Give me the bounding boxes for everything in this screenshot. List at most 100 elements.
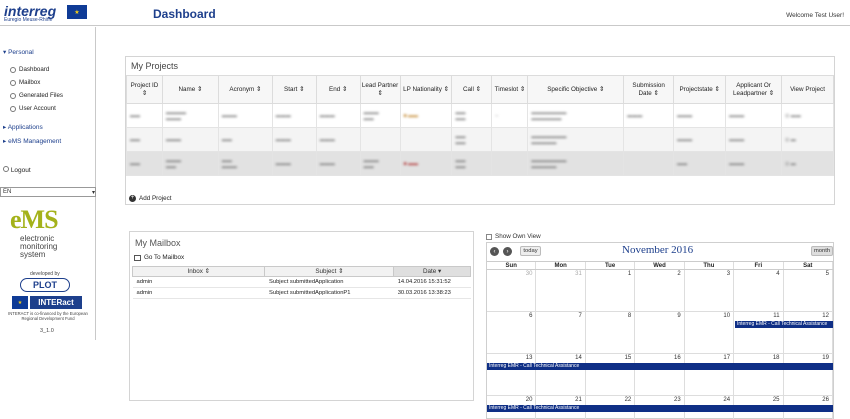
month-view-button[interactable]: month xyxy=(811,246,833,256)
mail-date: 14.04.2016 15:31:52 xyxy=(393,276,471,288)
ems-logo-word: eMS xyxy=(10,205,59,234)
logout-link[interactable]: Logout xyxy=(3,166,31,174)
col-applicant[interactable]: Applicant Or Leadpartner ⇕ xyxy=(725,75,783,104)
calendar: ‹ › today November 2016 month Sun Mon Tu… xyxy=(486,242,834,419)
today-button[interactable]: today xyxy=(520,246,541,256)
calendar-day[interactable]: 3 xyxy=(685,270,735,311)
calendar-day[interactable]: 30 xyxy=(487,270,537,311)
view-project-button[interactable]: ◎ ▬ xyxy=(781,151,834,176)
table-cell: ▬▬▬ xyxy=(315,127,361,152)
calendar-day[interactable]: 13 xyxy=(487,354,537,395)
calendar-day[interactable]: 4 xyxy=(734,270,784,311)
col-projectstate[interactable]: Projectstate ⇕ xyxy=(673,75,727,104)
table-cell: ▬▬ ▬▬ xyxy=(451,151,493,176)
chevron-left-icon[interactable]: ‹ xyxy=(490,247,499,256)
col-lp-nationality[interactable]: LP Nationality ⇕ xyxy=(399,75,453,104)
table-cell: ▬▬▬▬▬▬▬ ▬▬▬▬▬ xyxy=(527,151,625,176)
table-row[interactable]: admin Subject submittedApplicationP1 30.… xyxy=(132,287,471,299)
calendar-day[interactable]: 14 xyxy=(536,354,586,395)
table-cell: ▬▬▬▬▬▬▬ ▬▬▬▬▬▬ xyxy=(527,103,625,128)
day-number: 21 xyxy=(575,397,582,403)
table-cell: ▬▬▬ xyxy=(271,151,317,176)
mailbox-header-row: Inbox ⇕ Subject ⇕ Date ▾ xyxy=(131,266,471,277)
calendar-day[interactable]: 18 xyxy=(734,354,784,395)
calendar-day[interactable]: 9 xyxy=(635,312,685,353)
files-icon xyxy=(10,92,16,99)
section-label: Personal xyxy=(8,49,34,56)
calendar-day[interactable]: 8 xyxy=(586,312,636,353)
sidebar-item-label: User Account xyxy=(19,105,56,112)
col-label: Name xyxy=(178,85,196,93)
col-inbox[interactable]: Inbox ⇕ xyxy=(131,266,266,277)
calendar-day[interactable]: 15 xyxy=(586,354,636,395)
sidebar-section-personal[interactable]: ▾ Personal xyxy=(3,48,34,56)
calendar-day[interactable]: 10 xyxy=(685,312,735,353)
calendar-day[interactable]: 7 xyxy=(536,312,586,353)
table-cell: ▬▬▬▬▬ xyxy=(359,103,401,128)
plus-icon: + xyxy=(129,195,136,202)
day-number: 25 xyxy=(772,397,780,403)
calendar-day[interactable]: 11 xyxy=(734,312,784,353)
day-number: 14 xyxy=(575,355,582,361)
sidebar-section-ems-management[interactable]: ▸ eMS Management xyxy=(3,137,61,145)
day-number: 31 xyxy=(575,271,582,277)
sidebar-item-dashboard[interactable]: Dashboard xyxy=(10,66,49,73)
page-title: Dashboard xyxy=(153,7,216,21)
add-project-button[interactable]: + Add Project xyxy=(129,195,172,202)
sidebar-item-generated-files[interactable]: Generated Files xyxy=(10,92,63,99)
col-date[interactable]: Date ▾ xyxy=(393,266,471,277)
col-project-id[interactable]: Project ID ⇕ xyxy=(126,75,163,104)
sidebar-item-user-account[interactable]: User Account xyxy=(10,105,56,112)
col-specific-objective[interactable]: Specific Objective ⇕ xyxy=(527,75,625,104)
col-name[interactable]: Name ⇕ xyxy=(161,75,219,104)
sidebar-item-mailbox[interactable]: Mailbox xyxy=(10,79,40,86)
table-cell: ▬▬▬ xyxy=(315,151,361,176)
sidebar: ▾ Personal Dashboard Mailbox Generated F… xyxy=(0,27,96,340)
table-cell: ▬▬ xyxy=(126,127,163,152)
table-row[interactable]: ▬▬ ▬▬▬▬ ▬▬▬ ▬▬▬ ▬▬▬ ▬▬▬ ▬▬▬ ▬▬ ■ ▬▬ ▬▬ ▬▬ –… xyxy=(126,103,834,128)
col-end[interactable]: End ⇕ xyxy=(315,75,361,104)
table-row[interactable]: admin Subject submittedApplication 14.04… xyxy=(132,276,471,288)
calendar-day[interactable]: 5 xyxy=(784,270,833,311)
table-row[interactable]: ▬▬ ▬▬▬ ▬▬ ▬▬ ▬▬▬ ▬▬▬ ▬▬▬ ▬▬▬ ▬▬ ■ ▬▬ ▬▬ ▬▬ ▬… xyxy=(126,151,834,176)
calendar-event[interactable]: Interreg EMR - Call Technical Assistance xyxy=(487,363,833,370)
sidebar-section-applications[interactable]: ▸ Applications xyxy=(3,123,43,131)
sidebar-item-label: Dashboard xyxy=(19,66,50,73)
table-row[interactable]: ▬▬ ▬▬▬ ▬▬ ▬▬▬ ▬▬▬ ▬▬ ▬▬ ▬▬▬▬▬▬▬ ▬▬▬▬▬ ▬▬▬ … xyxy=(126,127,834,152)
view-project-button[interactable]: ◎ ▬▬ xyxy=(781,103,834,128)
calendar-day[interactable]: 6 xyxy=(487,312,537,353)
col-submission-date[interactable]: Submission Date ⇕ xyxy=(623,75,675,104)
calendar-day[interactable]: 2 xyxy=(635,270,685,311)
day-number: 16 xyxy=(674,355,681,361)
col-start[interactable]: Start ⇕ xyxy=(271,75,317,104)
col-call[interactable]: Call ⇕ xyxy=(451,75,493,104)
checkbox[interactable] xyxy=(486,233,492,240)
col-label: Project ID xyxy=(130,82,159,89)
mailbox-title: My Mailbox xyxy=(135,238,181,248)
calendar-week: 30 31 1 2 3 4 5 xyxy=(487,270,833,312)
calendar-day[interactable]: 17 xyxy=(685,354,735,395)
col-subject[interactable]: Subject ⇕ xyxy=(264,266,395,277)
top-bar: interreg Euregio Meuse-Rhine ★ Dashboard… xyxy=(0,0,850,26)
col-timeslot[interactable]: Timeslot ⇕ xyxy=(491,75,529,104)
calendar-event[interactable]: Interreg EMR - Call Technical Assistance xyxy=(487,405,833,412)
col-lead-partner[interactable]: Lead Partner ⇕ xyxy=(359,75,401,104)
show-own-view-toggle[interactable]: Show Own View xyxy=(486,233,541,240)
calendar-day[interactable]: 12 xyxy=(784,312,833,353)
calendar-day[interactable]: 31 xyxy=(536,270,586,311)
calendar-day[interactable]: 19 xyxy=(784,354,833,395)
calendar-day[interactable]: 1 xyxy=(586,270,636,311)
calendar-event[interactable]: Interreg EMR - Call Technical Assistance xyxy=(735,321,833,328)
table-cell: ▬▬▬ xyxy=(673,103,727,128)
go-to-mailbox-button[interactable]: Go To Mailbox xyxy=(134,254,184,261)
language-select[interactable]: EN ▾ xyxy=(0,187,96,197)
my-projects-panel: My Projects Project ID ⇕ Name ⇕ Acronym … xyxy=(125,56,835,205)
col-view-project: View Project xyxy=(781,75,834,104)
col-acronym[interactable]: Acronym ⇕ xyxy=(217,75,273,104)
calendar-day[interactable]: 16 xyxy=(635,354,685,395)
table-cell xyxy=(491,127,529,152)
interreg-logo[interactable]: interreg Euregio Meuse-Rhine ★ xyxy=(0,0,96,26)
view-project-button[interactable]: ◎ ▬ xyxy=(781,127,834,152)
chevron-right-icon[interactable]: › xyxy=(503,247,512,256)
interact-note: INTERACT is co-financed by the European … xyxy=(8,311,88,321)
